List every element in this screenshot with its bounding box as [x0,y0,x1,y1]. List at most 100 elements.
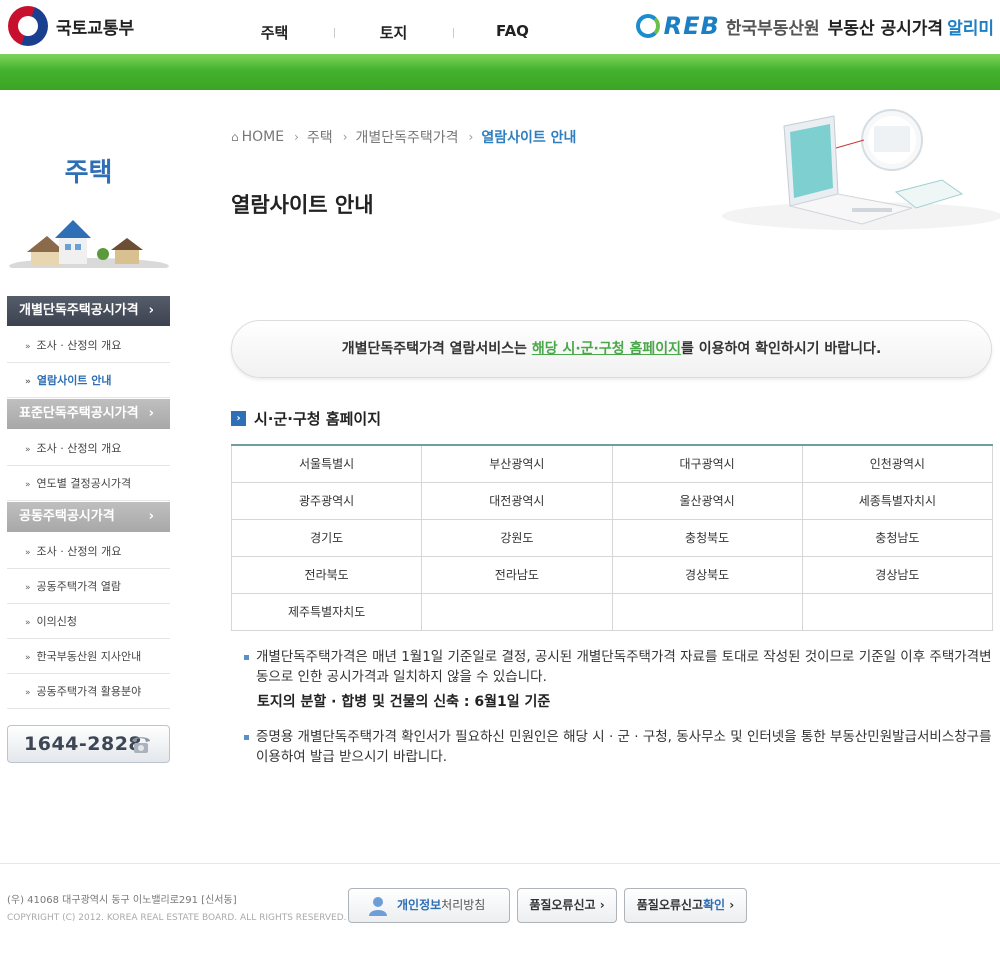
sidebar-item-branch-info[interactable]: » 한국부동산원 지사안내 [7,639,170,674]
notice-text-after: 를 이용하여 확인하시기 바랍니다. [681,341,882,357]
empty-cell [801,592,994,631]
sidebar-group-label: 개별단독주택공시가격 [19,303,139,318]
sidebar-item-apartment-viewing[interactable]: » 공동주택가격 열람 [7,569,170,604]
section-title: › 시·군·구청 홈페이지 [231,408,381,429]
reb-symbol-icon [635,14,660,38]
service-name: 부동산 공시가격 [827,18,944,39]
empty-cell [611,592,803,631]
nav-faq[interactable]: FAQ [453,22,572,43]
ministry-logo[interactable]: 국토교통부 [8,6,134,46]
footer-address: (우) 41068 대구광역시 동구 이노밸리로291 [신서동] [7,895,237,906]
footer: (우) 41068 대구광역시 동구 이노밸리로291 [신서동] COPYRI… [0,863,1000,955]
breadcrumb-level1[interactable]: 주택 [307,127,333,147]
sidebar-group-label: 표준단독주택공시가격 [19,406,139,421]
page-title: 열람사이트 안내 [231,193,374,217]
bullet-icon: » [25,480,31,490]
reb-wordmark: REB [663,12,720,40]
sidebar-group-standard-house[interactable]: 표준단독주택공시가격 › [7,399,170,429]
region-link[interactable]: 광주광역시 [230,481,423,520]
sidebar-item-usage[interactable]: » 공동주택가격 활용분야 [7,674,170,709]
region-link[interactable]: 서울특별시 [230,445,423,483]
sidebar-item-viewing-site[interactable]: » 열람사이트 안내 [7,363,170,398]
chevron-right-icon: › [342,130,348,144]
nav-housing[interactable]: 주택 [215,22,334,43]
nav-land[interactable]: 토지 [334,22,453,43]
table-row: 서울특별시 부산광역시 대구광역시 인천광역시 [230,445,994,483]
privacy-label-rest: 처리방침 [441,898,486,912]
section-title-text: 시·군·구청 홈페이지 [254,410,382,428]
bullet-icon: » [25,342,31,352]
call-center-phone: 1644-2828 [7,725,170,763]
region-link[interactable]: 경기도 [230,518,423,557]
bullet-icon: » [25,548,31,558]
region-link[interactable]: 대구광역시 [611,445,803,483]
arrow-square-icon: › [231,411,246,426]
sidebar-title: 주택 [64,158,113,188]
region-link[interactable]: 전라북도 [230,555,423,594]
region-link[interactable]: 울산광역시 [611,481,803,520]
sidebar-item-standard-overview[interactable]: » 조사 · 산정의 개요 [7,431,170,466]
region-link[interactable]: 강원도 [421,518,613,557]
brand-logo[interactable]: REB 한국부동산원 부동산 공시가격 알리미 [635,12,994,40]
table-row: 제주특별자치도 [230,592,994,631]
privacy-label-strong: 개인정보 [397,898,442,912]
note-certificate: 증명용 개별단독주택가격 확인서가 필요하신 민원인은 해당 시 · 군 · 구… [244,727,994,767]
region-link[interactable]: 경상북도 [611,555,803,594]
government-emblem-icon [8,6,48,46]
empty-cell [421,592,613,631]
sidebar-group-apartment[interactable]: 공동주택공시가격 › [7,502,170,532]
notice-text-before: 개별단독주택가격 열람서비스는 [341,341,532,357]
breadcrumb-current: 열람사이트 안내 [481,130,577,146]
sidebar-item-apartment-overview[interactable]: » 조사 · 산정의 개요 [7,534,170,569]
bullet-icon: » [25,688,31,698]
houses-illustration-icon [9,220,169,268]
sidebar-group-individual-house[interactable]: 개별단독주택공시가격 › [7,296,170,326]
notice-box: 개별단독주택가격 열람서비스는 해당 시·군·구청 홈페이지를 이용하여 확인하… [231,320,992,378]
table-row: 전라북도 전라남도 경상북도 경상남도 [230,555,994,594]
green-banner-bar [0,54,1000,90]
sidebar-item-objection[interactable]: » 이의신청 [7,604,170,639]
note-base-date: 개별단독주택가격은 매년 1월1일 기준일로 결정, 공시된 개별단독주택가격 … [244,647,994,687]
bullet-icon: » [25,377,31,387]
region-link[interactable]: 대전광역시 [421,481,613,520]
service-name-accent: 알리미 [947,18,994,39]
quality-error-check-button[interactable]: 품질오류신고확인 › [624,888,747,923]
quality-error-report-button[interactable]: 품질오류신고 › [517,888,617,923]
table-row: 경기도 강원도 충청북도 충청남도 [230,518,994,557]
breadcrumb-level2[interactable]: 개별단독주택가격 [356,127,459,147]
corp-name: 한국부동산원 [725,18,820,39]
sidebar-group-label: 공동주택공시가격 [19,509,115,524]
sidebar-item-individual-overview[interactable]: » 조사 · 산정의 개요 [7,328,170,363]
chevron-right-icon: › [468,130,474,144]
breadcrumb-home[interactable]: HOME [242,129,284,145]
bullet-icon: » [25,445,31,455]
phone-number: 1644-2828 [24,733,143,755]
table-row: 광주광역시 대전광역시 울산광역시 세종특별자치시 [230,481,994,520]
breadcrumb: ⌂ HOME › 주택 › 개별단독주택가격 › 열람사이트 안내 [231,127,576,147]
sidebar-item-yearly-prices[interactable]: » 연도별 결정공시가격 [7,466,170,501]
ministry-name: 국토교통부 [56,18,135,39]
region-link[interactable]: 제주특별자치도 [230,592,423,631]
error-check-label: 품질오류신고 [636,898,704,912]
main-nav: 주택 토지 FAQ [215,22,572,43]
chevron-right-icon: › [148,303,154,318]
region-link[interactable]: 경상남도 [801,555,994,594]
telephone-icon [132,737,150,753]
header: 국토교통부 주택 토지 FAQ REB 한국부동산원 부동산 공시가격 알리미 [0,0,1000,54]
chevron-right-icon: › [148,509,154,524]
privacy-policy-button[interactable]: 개인정보처리방침 [348,888,510,923]
person-icon [369,897,387,916]
region-link[interactable]: 부산광역시 [421,445,613,483]
region-link[interactable]: 충청남도 [801,518,994,557]
home-icon: ⌂ [231,130,239,144]
bullet-icon: » [25,618,31,628]
note-land-split-date: 토지의 분할 · 합병 및 건물의 신축 : 6월1일 기준 [257,694,551,710]
region-link[interactable]: 인천광역시 [801,445,994,483]
region-table: 서울특별시 부산광역시 대구광역시 인천광역시 광주광역시 대전광역시 울산광역… [230,444,994,631]
chevron-right-icon: › [294,130,299,144]
region-link[interactable]: 전라남도 [421,555,613,594]
region-link[interactable]: 충청북도 [611,518,803,557]
region-link[interactable]: 세종특별자치시 [801,481,994,520]
chevron-right-icon: › [725,898,735,912]
notice-highlight-link[interactable]: 해당 시·군·구청 홈페이지 [532,341,681,357]
